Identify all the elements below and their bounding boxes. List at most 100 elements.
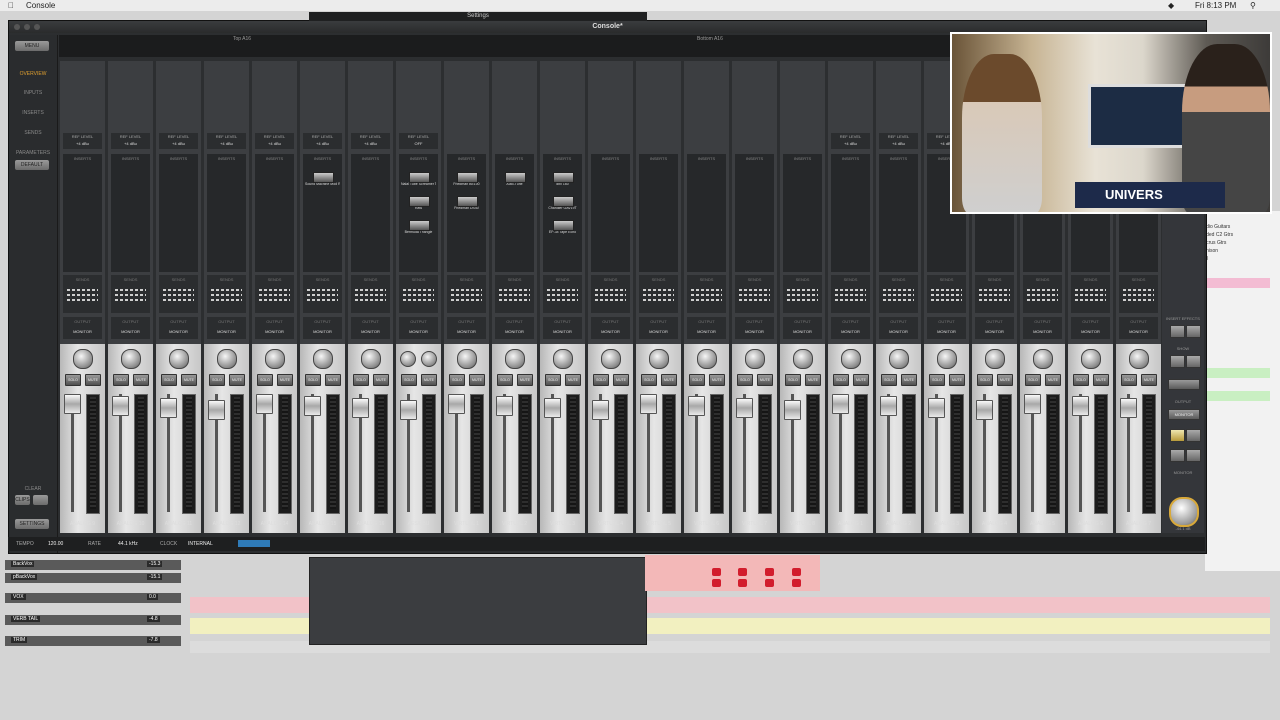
send-level[interactable] [163, 294, 194, 296]
daw-track[interactable]: TRIM -7.8 [5, 636, 181, 646]
fader-handle[interactable] [832, 394, 849, 414]
output-assign[interactable]: OUTPUT MONITOR [831, 317, 870, 339]
send-level[interactable] [547, 289, 578, 291]
fader-handle[interactable] [496, 396, 513, 416]
midi-clip[interactable] [645, 555, 820, 591]
send-level[interactable] [1123, 289, 1154, 291]
send-level[interactable] [1027, 294, 1058, 296]
gain-knob[interactable] [985, 349, 1005, 369]
ref-level[interactable]: REF LEVEL +4 dBu [63, 133, 102, 149]
track-name[interactable]: ided C2 Gtrs [1205, 232, 1280, 238]
gain-knob[interactable] [697, 349, 717, 369]
inserts-slot[interactable]: INSERTS [351, 154, 390, 272]
monitor-level-knob[interactable] [1169, 497, 1199, 527]
fader-handle[interactable] [1120, 398, 1137, 418]
send-level[interactable] [595, 294, 626, 296]
plugin-thumbnail[interactable] [409, 220, 430, 231]
gain-knob[interactable] [217, 349, 237, 369]
send-level[interactable] [883, 289, 914, 291]
channel-name[interactable]: AES/EBU [395, 521, 442, 527]
plugin-thumbnail[interactable] [553, 196, 574, 207]
send-level[interactable] [211, 299, 242, 301]
send-level[interactable] [835, 299, 866, 301]
fader-handle[interactable] [256, 394, 273, 414]
send-level[interactable] [931, 294, 962, 296]
plugin-thumbnail[interactable] [553, 172, 574, 183]
send-level[interactable] [451, 294, 482, 296]
channel-name[interactable]: ANALOG 5 [1019, 521, 1066, 527]
solo-button[interactable]: SOLO [833, 374, 849, 386]
channel-name[interactable]: VIRTUAL 2 [491, 521, 538, 527]
gain-knob[interactable] [1129, 349, 1149, 369]
send-level[interactable] [259, 299, 290, 301]
fader-handle[interactable] [928, 398, 945, 418]
send-level[interactable] [307, 289, 338, 291]
mute-button[interactable]: MUTE [133, 374, 149, 386]
fader-handle[interactable] [160, 398, 177, 418]
send-level[interactable] [355, 299, 386, 301]
fader-handle[interactable] [352, 398, 369, 418]
mute-button[interactable]: MUTE [757, 374, 773, 386]
solo-button[interactable]: SOLO [497, 374, 513, 386]
clear-clips-button[interactable]: CLIPS [15, 495, 30, 505]
send-level[interactable] [643, 289, 674, 291]
output-assign[interactable]: OUTPUT MONITOR [735, 317, 774, 339]
menu-button[interactable]: MENU [15, 41, 49, 51]
send-level[interactable] [499, 294, 530, 296]
output-assign[interactable]: OUTPUT MONITOR [975, 317, 1014, 339]
send-level[interactable] [1075, 299, 1106, 301]
fader-handle[interactable] [400, 400, 417, 420]
track-volume[interactable]: -4.8 [147, 616, 160, 622]
send-level[interactable] [691, 299, 722, 301]
mute-button[interactable]: MUTE [949, 374, 965, 386]
clear-button[interactable] [33, 495, 48, 505]
mute-button[interactable]: MUTE [325, 374, 341, 386]
minimize-icon[interactable] [24, 24, 30, 30]
channel-name[interactable]: ANALOG 12 [203, 521, 250, 527]
fader-handle[interactable] [1072, 396, 1089, 416]
channel-name[interactable]: ANALOG 16 [347, 521, 394, 527]
show-wide-button[interactable] [1168, 379, 1200, 390]
default-button[interactable]: DEFAULT [15, 160, 49, 170]
gain-knob[interactable] [313, 349, 333, 369]
gain-knob[interactable] [457, 349, 477, 369]
send-level[interactable] [835, 294, 866, 296]
fader-handle[interactable] [976, 400, 993, 420]
apple-menu-icon[interactable]:  [8, 1, 14, 10]
send-level[interactable] [355, 294, 386, 296]
mute-button[interactable]: MUTE [277, 374, 293, 386]
solo-button[interactable]: SOLO [209, 374, 225, 386]
clip[interactable] [1205, 391, 1270, 401]
channel-name[interactable]: VIRTUAL 6 [683, 521, 730, 527]
plugin-thumbnail[interactable] [313, 172, 334, 183]
send-level[interactable] [1123, 294, 1154, 296]
gain-knob[interactable] [361, 349, 381, 369]
channel-name[interactable]: ANALOG 14 [251, 521, 298, 527]
gain-knob[interactable] [400, 351, 416, 367]
send-level[interactable] [67, 294, 98, 296]
inserts-slot[interactable]: INSERTS [255, 154, 294, 272]
channel-name[interactable]: ANALOG 10 [107, 521, 154, 527]
send-level[interactable] [595, 289, 626, 291]
view-inputs[interactable]: INPUTS [13, 90, 53, 96]
inserts-slot[interactable]: INSERTS [687, 154, 726, 272]
inserts-slot[interactable]: INSERTS [591, 154, 630, 272]
send-level[interactable] [739, 289, 770, 291]
solo-button[interactable]: SOLO [161, 374, 177, 386]
channel-name[interactable]: ANALOG 7 [1115, 521, 1162, 527]
rate-value[interactable]: 44.1 kHz [118, 541, 138, 547]
gain-knob[interactable] [601, 349, 621, 369]
solo-button[interactable]: SOLO [65, 374, 81, 386]
gain-knob[interactable] [421, 351, 437, 367]
send-level[interactable] [1027, 299, 1058, 301]
send-level[interactable] [979, 289, 1010, 291]
mute-button[interactable]: MUTE [1093, 374, 1109, 386]
solo-button[interactable]: SOLO [257, 374, 273, 386]
view-sends[interactable]: SENDS [13, 130, 53, 136]
inserts-slot[interactable]: INSERTS [639, 154, 678, 272]
mute-button[interactable]: MUTE [901, 374, 917, 386]
view-inserts[interactable]: INSERTS [13, 110, 53, 116]
output-assign[interactable]: OUTPUT MONITOR [207, 317, 246, 339]
fader-handle[interactable] [688, 396, 705, 416]
send-level[interactable] [403, 289, 434, 291]
